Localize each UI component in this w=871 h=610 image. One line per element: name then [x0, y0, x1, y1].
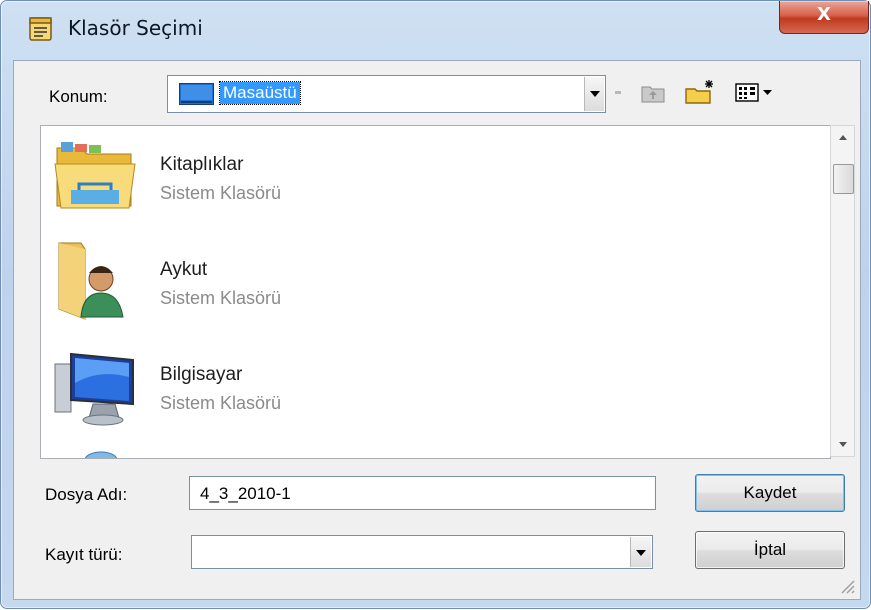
save-button[interactable]: Kaydet	[695, 474, 845, 512]
dialog-body: Konum: Masaüstü Kitaplıklar Sistem Klasö…	[13, 60, 861, 600]
title-bar[interactable]: Klasör Seçimi X	[1, 1, 870, 61]
scroll-thumb[interactable]	[833, 164, 854, 194]
desktop-icon	[179, 83, 214, 105]
scroll-down-arrow-icon[interactable]	[831, 434, 856, 456]
list-item[interactable]: Bilgisayar Sistem Klasörü	[41, 336, 801, 440]
up-folder-icon[interactable]	[639, 78, 667, 106]
close-button[interactable]: X	[779, 1, 869, 34]
computer-icon	[54, 352, 134, 426]
back-separator-icon	[615, 91, 621, 94]
file-name: Bilgisayar	[160, 364, 243, 385]
file-name: Kitaplıklar	[160, 154, 244, 175]
filename-label: Dosya Adı:	[45, 485, 128, 504]
chevron-down-icon[interactable]	[584, 77, 604, 111]
filename-input[interactable]: 4_3_2010-1	[189, 476, 656, 510]
location-label: Konum:	[49, 87, 108, 106]
scroll-up-arrow-icon[interactable]	[831, 126, 856, 148]
filetype-dropdown[interactable]	[191, 535, 653, 569]
location-value: Masaüstü	[219, 81, 301, 105]
location-dropdown[interactable]: Masaüstü	[167, 75, 606, 113]
dialog-app-icon	[29, 17, 52, 41]
user-folder-icon	[58, 242, 124, 320]
cancel-button[interactable]: İptal	[695, 531, 845, 569]
dialog-title: Klasör Seçimi	[68, 16, 203, 40]
file-list-scrollbar[interactable]	[830, 125, 855, 457]
libraries-folder-icon	[54, 142, 136, 209]
chevron-down-icon[interactable]	[630, 537, 651, 567]
new-folder-icon[interactable]	[683, 78, 717, 106]
dialog-window: Klasör Seçimi X Konum: Masaüstü Kitaplık…	[0, 0, 871, 609]
view-menu-icon[interactable]	[734, 78, 778, 106]
file-type: Sistem Klasörü	[160, 183, 282, 203]
file-list[interactable]: Kitaplıklar Sistem Klasörü Aykut Sistem …	[40, 125, 831, 459]
network-icon	[84, 451, 118, 458]
file-type: Sistem Klasörü	[160, 288, 282, 308]
filetype-label: Kayıt türü:	[45, 545, 123, 564]
list-item[interactable]: Aykut Sistem Klasörü	[41, 231, 801, 335]
file-name: Aykut	[160, 259, 208, 280]
file-type: Sistem Klasörü	[160, 393, 282, 413]
list-item[interactable]: Kitaplıklar Sistem Klasörü	[41, 126, 801, 230]
resize-grip-icon[interactable]	[838, 577, 856, 595]
